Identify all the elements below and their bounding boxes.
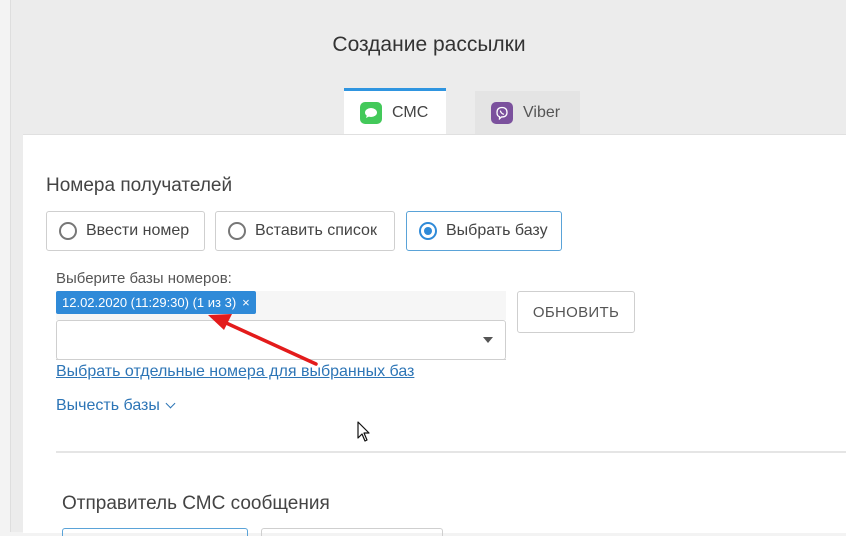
- sms-chat-icon: [360, 102, 382, 124]
- viber-icon: [491, 102, 513, 124]
- tab-content: Номера получателей Ввести номер Вставить…: [23, 134, 846, 536]
- selected-base-tag-label: 12.02.2020 (11:29:30) (1 из 3): [62, 295, 237, 310]
- page-title: Создание рассылки: [332, 33, 526, 56]
- section-divider: [56, 451, 846, 453]
- option-choose-base[interactable]: Выбрать базу: [406, 211, 562, 251]
- selected-base-tag: 12.02.2020 (11:29:30) (1 из 3) ×: [56, 291, 256, 314]
- bases-label: Выберите базы номеров:: [56, 270, 232, 287]
- chevron-down-icon: [165, 398, 176, 409]
- radio-selected-icon: [419, 222, 437, 240]
- option-enter-number[interactable]: Ввести номер: [46, 211, 205, 251]
- sender-option-2[interactable]: [261, 528, 443, 536]
- bases-select[interactable]: 12.02.2020 (11:29:30) (1 из 3) ×: [56, 291, 506, 360]
- tab-sms-label: СМС: [392, 104, 429, 121]
- sender-title: Отправитель СМС сообщения: [62, 493, 330, 514]
- recipients-title: Номера получателей: [46, 175, 233, 196]
- option-enter-number-label: Ввести номер: [86, 222, 190, 239]
- chevron-down-icon[interactable]: [483, 337, 493, 343]
- subtract-bases-toggle[interactable]: Вычесть базы: [56, 397, 176, 415]
- tab-viber-label: Viber: [523, 104, 561, 121]
- select-numbers-link[interactable]: Выбрать отдельные номера для выбранных б…: [56, 363, 414, 381]
- option-choose-base-label: Выбрать базу: [446, 222, 548, 239]
- subtract-bases-label: Вычесть базы: [56, 397, 160, 414]
- sender-option-1[interactable]: [62, 528, 248, 536]
- option-paste-list[interactable]: Вставить список: [215, 211, 395, 251]
- campaign-panel: Создание рассылки СМС Viber Номера получ…: [10, 0, 846, 536]
- mouse-cursor-icon: [357, 421, 370, 442]
- refresh-button[interactable]: ОБНОВИТЬ: [517, 291, 635, 333]
- close-icon[interactable]: ×: [242, 295, 250, 310]
- tab-viber[interactable]: Viber: [475, 91, 580, 135]
- radio-icon: [228, 222, 246, 240]
- tab-sms[interactable]: СМС: [344, 88, 446, 135]
- bases-dropdown[interactable]: [56, 320, 506, 360]
- radio-icon: [59, 222, 77, 240]
- option-paste-list-label: Вставить список: [255, 222, 377, 239]
